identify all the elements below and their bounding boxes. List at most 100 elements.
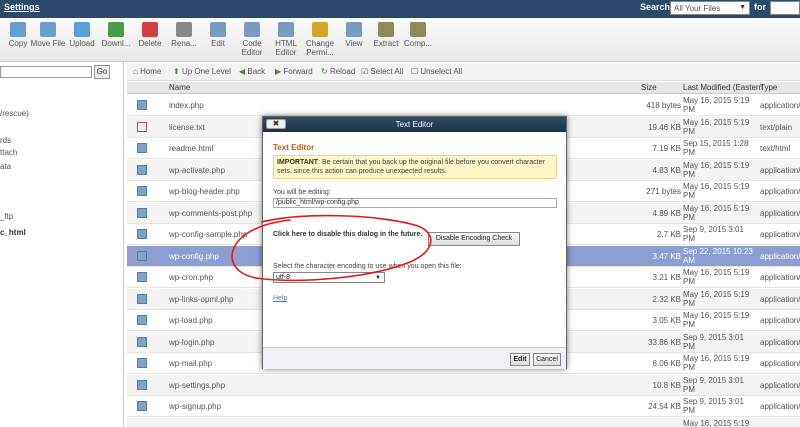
home-icon: ⌂ [133,67,138,76]
php-file-icon [137,207,147,218]
file-modified: May 16, 2015 5:19 PM [683,268,750,286]
file-size: 10.8 KB [652,380,681,390]
file-type: text/html [760,144,791,153]
file-name: index.php [169,101,204,110]
file-size: 2.7 KB [656,230,681,239]
checkbox-empty-icon: ☐ [411,67,419,76]
view-icon [346,22,362,37]
column-modified[interactable]: Last Modified (Eastern [683,83,763,92]
help-link[interactable]: Help [273,295,287,302]
code-editor-icon [244,22,260,37]
tree-item[interactable]: _ftp [0,212,13,221]
select-all-button[interactable]: ☑ Select All [361,67,403,76]
file-name: wp-load.php [169,316,213,325]
column-size[interactable]: Size [641,83,657,92]
unselect-all-button[interactable]: ☐ Unselect All [411,67,462,76]
cancel-button[interactable]: Cancel [533,353,561,366]
extract-icon [378,22,394,37]
php-file-icon [137,379,147,390]
toolbar-button-label: Comp... [403,39,432,48]
toolbar-button-compress[interactable]: Comp... [400,22,436,48]
top-bar: Settings Search All Your Files ▼ for [0,0,800,18]
home-button[interactable]: ⌂ Home [133,67,161,76]
forward-button[interactable]: ▶ Forward [275,67,313,76]
up-one-level-button[interactable]: ⬆ Up One Level [173,67,231,76]
editing-path-field: /public_html/wp-config.php [273,198,557,208]
toolbar-button-view[interactable]: View [336,22,372,48]
editing-label: You will be editing: [273,189,331,196]
tree-item[interactable]: ttach [0,148,17,157]
delete-icon [142,22,158,37]
file-modified: Sep 9, 2015 3:01 PM [683,332,744,351]
toolbar-button-rename[interactable]: Rena... [166,22,202,48]
settings-link[interactable]: Settings [4,2,40,12]
file-modified: Sep 15, 2015 1:28 PM [683,139,749,157]
toolbar-button-extract[interactable]: Extract [368,22,404,48]
text-editor-dialog: Text Editor ✖ Text Editor IMPORTANT: Be … [262,116,567,369]
table-row[interactable]: index.php 418 bytes May 16, 2015 5:19 PM ap… [127,95,800,116]
column-name[interactable]: Name [169,83,190,92]
tree-item[interactable]: rds [0,136,11,145]
tree-item-selected[interactable]: c_html [0,228,26,237]
file-name: license.txt [169,122,205,132]
search-input[interactable] [770,1,800,15]
back-button[interactable]: ◀ Back [239,67,265,76]
php-file-icon [137,164,147,175]
table-row[interactable]: wp-settings.php 10.8 KB Sep 9, 2015 3:01 P… [127,374,800,396]
file-name: wp-config.php [169,251,219,261]
file-type: application/ [760,402,800,411]
file-name: wp-settings.php [169,380,226,390]
toolbar-button-label: Edit [211,39,225,48]
reload-icon: ↻ [321,67,328,76]
reload-button[interactable]: ↻ Reload [321,67,355,76]
toolbar-button-download[interactable]: Downl... [98,22,134,48]
toolbar-button-move[interactable]: Move File [30,22,66,48]
column-type[interactable]: Type [760,83,777,92]
file-modified: May 16, 2015 5:19 PM [683,117,750,136]
file-modified: May 16, 2015 5:19 PM [683,289,750,308]
tree-path-input[interactable] [0,66,92,78]
file-name: wp-blog-header.php [169,187,240,196]
edit-button[interactable]: Edit [510,353,530,366]
toolbar-button-edit[interactable]: Edit [200,22,236,48]
forward-arrow-icon: ▶ [275,67,282,76]
encoding-select[interactable]: utf-8 ▼ [273,272,385,283]
file-name: wp-mail.php [169,359,213,368]
select-all-label: Select All [370,67,404,76]
tree-item[interactable]: ata [0,162,11,171]
file-nav-bar: ⌂ Home ⬆ Up One Level ◀ Back ▶ Forward ↻… [127,63,800,81]
file-size: 7.19 KB [652,144,681,153]
toolbar-button-label: Upload [69,39,95,48]
warning-bold: IMPORTANT [277,159,319,166]
file-type: text/plain [760,122,793,132]
file-size: 3.05 KB [652,316,681,325]
file-size: 8.06 KB [652,359,681,368]
php-file-icon [137,336,147,347]
php-file-icon [137,358,147,368]
toolbar-button-upload[interactable]: Upload [64,22,100,48]
go-button[interactable]: Go [94,65,110,79]
text-file-icon [137,121,147,132]
file-name: wp-config-sample.php [169,230,248,239]
close-button[interactable]: ✖ [266,119,286,129]
toolbar-button-key[interactable]: Change Permi... [302,22,338,57]
file-size: 19.46 KB [648,122,681,132]
toolbar-button-label: Move File [30,39,66,48]
file-name: wp-activate.php [169,165,226,175]
home-label: Home [140,67,162,76]
toolbar-button-delete[interactable]: Delete [132,22,168,48]
file-table-header: Name Size Last Modified (Eastern Type [127,82,800,94]
search-scope-select[interactable]: All Your Files ▼ [670,1,750,15]
toolbar: Copy Move File Upload Downl... Delete Rena...… [0,18,800,62]
toolbar-button-code-editor[interactable]: Code Editor [234,22,270,57]
file-size: 2.32 KB [652,294,681,304]
file-name: wp-comments-post.php [169,208,253,218]
toolbar-button-html-editor[interactable]: HTML Editor [268,22,304,57]
disable-encoding-check-button[interactable]: Disable Encoding Check [428,232,520,246]
table-row[interactable]: wp-signup.php 24.54 KB Sep 9, 2015 3:01 PM… [127,396,800,417]
search-label: Search [640,2,671,12]
table-row[interactable]: May 16, 2015 5:19 [127,417,800,427]
tree-item[interactable]: /rescue) [0,109,29,118]
toolbar-button-label: View [345,39,363,48]
file-name: wp-login.php [169,337,215,347]
